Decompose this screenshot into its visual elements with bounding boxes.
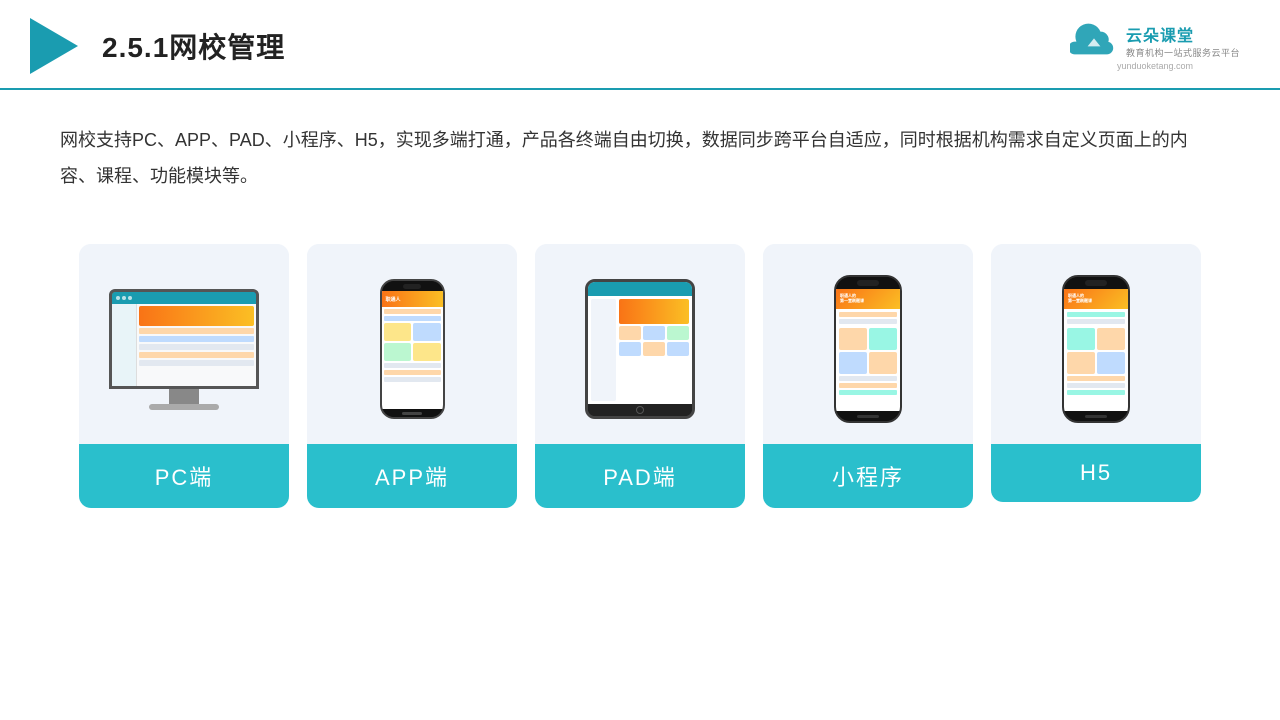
app-card: 职通人	[307, 244, 517, 508]
logo-triangle-icon	[30, 18, 78, 74]
pad-image-area	[535, 244, 745, 444]
app-phone-icon: 职通人	[380, 279, 445, 419]
miniprogram-label: 小程序	[763, 444, 973, 508]
page-container: 2.5.1网校管理 云朵课堂 教育机构一站式服务云平台 yunduoketang…	[0, 0, 1280, 720]
brand-text: 云朵课堂 教育机构一站式服务云平台	[1126, 22, 1240, 59]
h5-phone-icon: 职通人的第一堂刷题课	[1062, 275, 1130, 423]
pad-label: PAD端	[535, 444, 745, 508]
miniprogram-card: 职通人的第一堂刷题课	[763, 244, 973, 508]
description-text: 网校支持PC、APP、PAD、小程序、H5，实现多端打通，产品各终端自由切换，数…	[60, 122, 1220, 194]
header-left: 2.5.1网校管理	[30, 18, 285, 74]
app-label: APP端	[307, 444, 517, 508]
brand-main-text: 云朵课堂	[1126, 22, 1194, 46]
header-right: 云朵课堂 教育机构一站式服务云平台 yunduoketang.com	[1070, 22, 1240, 71]
app-image-area: 职通人	[307, 244, 517, 444]
pad-tablet-icon	[585, 279, 695, 419]
page-title: 2.5.1网校管理	[102, 26, 285, 66]
cards-section: PC端 职通人	[0, 224, 1280, 528]
brand-url: yunduoketang.com	[1117, 61, 1193, 71]
pc-card: PC端	[79, 244, 289, 508]
h5-label: H5	[991, 444, 1201, 502]
description-section: 网校支持PC、APP、PAD、小程序、H5，实现多端打通，产品各终端自由切换，数…	[0, 90, 1280, 214]
pc-monitor-icon	[109, 289, 259, 410]
h5-card: 职通人的第一堂刷题课	[991, 244, 1201, 502]
pc-label: PC端	[79, 444, 289, 508]
brand-logo: 云朵课堂 教育机构一站式服务云平台	[1070, 22, 1240, 59]
pad-card: PAD端	[535, 244, 745, 508]
brand-sub-text: 教育机构一站式服务云平台	[1126, 46, 1240, 59]
pc-image-area	[79, 244, 289, 444]
cloud-icon	[1070, 22, 1118, 58]
header: 2.5.1网校管理 云朵课堂 教育机构一站式服务云平台 yunduoketang…	[0, 0, 1280, 90]
miniprogram-image-area: 职通人的第一堂刷题课	[763, 244, 973, 444]
miniprogram-phone-icon: 职通人的第一堂刷题课	[834, 275, 902, 423]
h5-image-area: 职通人的第一堂刷题课	[991, 244, 1201, 444]
